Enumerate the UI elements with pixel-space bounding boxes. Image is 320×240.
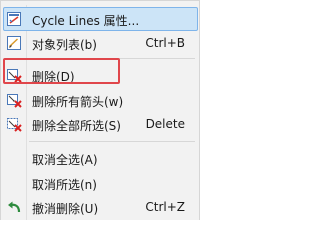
object-list-icon bbox=[7, 36, 21, 50]
menu-item-undo-delete[interactable]: 撤消删除(U) Ctrl+Z bbox=[3, 195, 198, 219]
menu-item-shortcut: Ctrl+Z bbox=[145, 200, 185, 214]
menu-item-label: 取消所选(n) bbox=[32, 178, 97, 192]
menu-item-delete-all-arrows[interactable]: 删除所有箭头(w) bbox=[3, 88, 198, 112]
menu-item-label: 取消全选(A) bbox=[32, 153, 98, 167]
menu-item-cycle-lines-properties[interactable]: Cycle Lines 属性... bbox=[3, 7, 198, 31]
menu-item-deselect-all[interactable]: 取消全选(A) bbox=[3, 146, 198, 170]
menu-item-label: 对象列表(b) bbox=[32, 38, 97, 52]
menu-item-cancel-selection[interactable]: 取消所选(n) bbox=[3, 171, 198, 195]
undo-delete-icon bbox=[8, 201, 21, 213]
menu-item-delete-all-selected[interactable]: 删除全部所选(S) Delete bbox=[3, 112, 198, 136]
menu-separator bbox=[29, 141, 195, 142]
menu-item-label: 删除所有箭头(w) bbox=[32, 95, 124, 109]
menu-item-label: 删除全部所选(S) bbox=[32, 119, 121, 133]
menu-item-label: 删除(D) bbox=[32, 70, 75, 84]
delete-all-selected-icon bbox=[7, 118, 22, 132]
context-menu: Cycle Lines 属性... 对象列表(b) Ctrl+B 删除(D) 删… bbox=[0, 0, 200, 220]
menu-item-shortcut: Delete bbox=[145, 117, 185, 131]
menu-item-label: Cycle Lines 属性... bbox=[32, 14, 140, 28]
delete-icon bbox=[7, 69, 22, 83]
properties-icon bbox=[7, 12, 21, 26]
menu-item-object-list[interactable]: 对象列表(b) Ctrl+B bbox=[3, 31, 198, 55]
delete-all-arrows-icon bbox=[7, 94, 22, 108]
menu-separator bbox=[29, 58, 195, 59]
menu-item-label: 撤消删除(U) bbox=[32, 202, 99, 216]
menu-item-delete[interactable]: 删除(D) bbox=[3, 63, 198, 87]
menu-item-shortcut: Ctrl+B bbox=[145, 36, 185, 50]
